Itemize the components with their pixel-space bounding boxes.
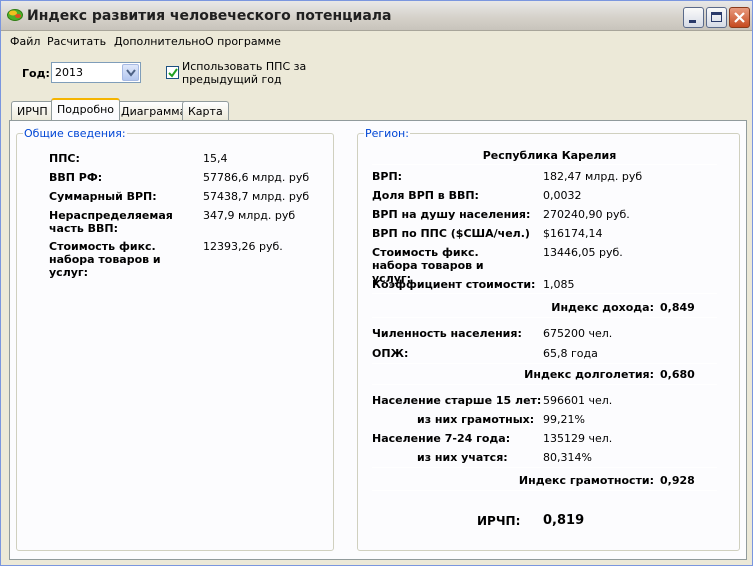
total-grp-value: 57438,7 млрд. руб <box>203 190 310 203</box>
income-index-value: 0,849 <box>660 301 695 314</box>
tab-label: Подробно <box>57 103 115 116</box>
divider <box>372 384 717 385</box>
menu-file[interactable]: Файл <box>10 35 40 48</box>
literate-value: 99,21% <box>543 413 585 426</box>
tab-strip: ИРЧП Подробно Диаграмма Карта <box>9 98 749 121</box>
population-label: Чиленность населения: <box>372 327 522 340</box>
adult-population-value: 596601 чел. <box>543 394 613 407</box>
chevron-down-icon <box>126 69 136 77</box>
undistributed-gdp-label: Нераспределяемая часть ВВП: <box>49 209 173 235</box>
basket-cost-value: 12393,26 руб. <box>203 240 283 253</box>
grp-value: 182,47 млрд. руб <box>543 170 643 183</box>
hdi-label: ИРЧП: <box>477 514 521 528</box>
youth-population-label: Население 7-24 года: <box>372 432 511 445</box>
grp-ppp-label: ВРП по ППС ($США/чел.) <box>372 227 530 240</box>
general-info-title: Общие сведения: <box>23 127 127 140</box>
close-icon <box>734 12 745 23</box>
grp-share-label: Доля ВРП в ВВП: <box>372 189 479 202</box>
life-expectancy-label: ОПЖ: <box>372 347 409 360</box>
divider <box>372 164 717 165</box>
menu-calculate[interactable]: Расчитать <box>47 35 106 48</box>
population-value: 675200 чел. <box>543 327 613 340</box>
year-dropdown-button[interactable] <box>122 64 139 81</box>
menu-extra[interactable]: Дополнительно <box>114 35 205 48</box>
youth-population-value: 135129 чел. <box>543 432 613 445</box>
year-value: 2013 <box>55 66 83 79</box>
divider <box>372 467 717 468</box>
tab-details[interactable]: Подробно <box>51 98 121 120</box>
divider <box>372 317 717 318</box>
use-ppp-checkbox[interactable] <box>166 66 179 79</box>
longevity-index-value: 0,680 <box>660 368 695 381</box>
total-grp-label: Суммарный ВРП: <box>49 190 157 203</box>
hdi-value: 0,819 <box>543 513 585 528</box>
checkmark-icon <box>168 68 178 78</box>
divider <box>372 490 717 491</box>
menu-bar: Файл Расчитать Дополнительно О программе <box>1 32 752 51</box>
use-ppp-label[interactable]: Использовать ППС за предыдущий год <box>182 60 312 86</box>
grp-share-value: 0,0032 <box>543 189 582 202</box>
minimize-icon <box>689 20 696 23</box>
students-label: из них учатся: <box>417 451 508 464</box>
gdp-value: 57786,6 млрд. руб <box>203 171 310 184</box>
region-basket-value: 13446,05 руб. <box>543 246 623 259</box>
life-expectancy-value: 65,8 года <box>543 347 598 360</box>
year-select[interactable]: 2013 <box>51 62 141 83</box>
ppp-label: ППС: <box>49 152 80 165</box>
literacy-index-label: Индекс грамотности: <box>518 474 654 487</box>
longevity-index-label: Индекс долголетия: <box>524 368 654 381</box>
app-icon <box>7 9 23 21</box>
region-name: Республика Карелия <box>482 149 617 162</box>
tab-hdi[interactable]: ИРЧП <box>11 101 54 120</box>
divider <box>372 293 717 294</box>
basket-cost-label: Стоимость фикс. набора товаров и услуг: <box>49 240 161 279</box>
app-window: Индекс развития человеческого потенциала… <box>0 0 753 566</box>
ppp-value: 15,4 <box>203 152 228 165</box>
students-value: 80,314% <box>543 451 592 464</box>
region-title: Регион: <box>364 127 410 140</box>
maximize-button[interactable] <box>706 7 727 28</box>
literate-label: из них грамотных: <box>417 413 535 426</box>
maximize-icon <box>711 12 722 22</box>
grp-label: ВРП: <box>372 170 403 183</box>
tab-label: Карта <box>188 105 223 118</box>
details-panel: Общие сведения: ППС: 15,4 ВВП РФ: 57786,… <box>9 120 747 560</box>
menu-about[interactable]: О программе <box>205 35 281 48</box>
grp-ppp-value: $16174,14 <box>543 227 603 240</box>
tab-map[interactable]: Карта <box>182 101 229 120</box>
window-title: Индекс развития человеческого потенциала <box>27 8 392 24</box>
tab-label: ИРЧП <box>17 105 48 118</box>
literacy-index-value: 0,928 <box>660 474 695 487</box>
income-index-label: Индекс дохода: <box>551 301 654 314</box>
title-bar[interactable]: Индекс развития человеческого потенциала <box>1 1 752 31</box>
year-label: Год: <box>22 67 50 80</box>
region-group: Регион: Республика Карелия ВРП: 182,47 м… <box>357 127 740 551</box>
adult-population-label: Население старше 15 лет: <box>372 394 542 407</box>
divider <box>372 363 717 364</box>
cost-coef-label: Коэффициент стоимости: <box>372 278 536 291</box>
general-info-group: Общие сведения: ППС: 15,4 ВВП РФ: 57786,… <box>16 127 334 551</box>
tab-chart[interactable]: Диаграмма <box>115 101 193 120</box>
cost-coef-value: 1,085 <box>543 278 575 291</box>
grp-per-capita-label: ВРП на душу населения: <box>372 208 531 221</box>
gdp-label: ВВП РФ: <box>49 171 103 184</box>
tab-label: Диаграмма <box>121 105 187 118</box>
undistributed-gdp-value: 347,9 млрд. руб <box>203 209 296 222</box>
minimize-button[interactable] <box>683 7 704 28</box>
grp-per-capita-value: 270240,90 руб. <box>543 208 630 221</box>
close-button[interactable] <box>729 7 750 28</box>
